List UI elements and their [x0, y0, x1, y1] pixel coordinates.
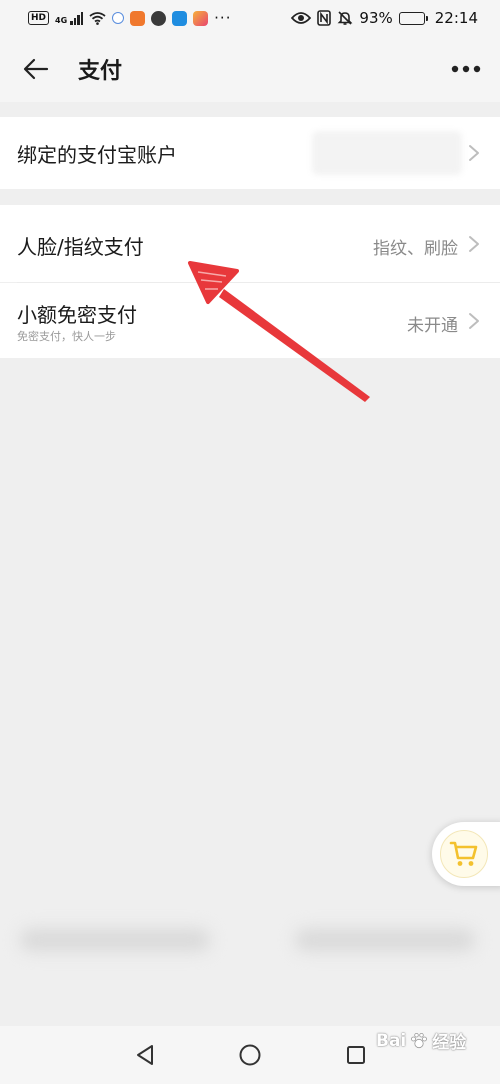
- hd-icon: HD: [28, 11, 50, 25]
- status-bar-right: 93% 22:14: [291, 9, 478, 27]
- watermark-brand: Bai: [376, 1030, 407, 1051]
- app-header: 支付: [0, 36, 500, 102]
- wifi-icon: [89, 12, 106, 25]
- nav-recents-button[interactable]: [343, 1043, 369, 1067]
- network-type-label: 4G: [55, 16, 68, 25]
- orange-app-icon: [130, 10, 146, 26]
- blurred-account-value: [312, 131, 462, 175]
- floating-cart-badge: [440, 830, 488, 878]
- more-notifications-indicator: ···: [214, 9, 232, 27]
- status-bar: HD 4G ··· 93% 22:14: [0, 0, 500, 36]
- bound-alipay-account-row[interactable]: 绑定的支付宝账户: [0, 117, 500, 189]
- more-options-button[interactable]: [448, 56, 484, 82]
- cloud-app-icon: [172, 10, 188, 26]
- gallery-app-icon: [193, 10, 209, 26]
- blurred-content-band: [20, 915, 480, 965]
- status-bar-left: HD 4G ···: [28, 9, 231, 27]
- password-free-payment-label: 小额免密支付: [17, 303, 137, 327]
- password-free-payment-value: 未开通: [407, 316, 458, 336]
- eye-icon: [291, 12, 312, 24]
- row-divider: [17, 282, 500, 283]
- nfc-icon: [317, 10, 332, 26]
- battery-icon: [398, 11, 428, 25]
- nav-back-button[interactable]: [132, 1043, 158, 1067]
- biometric-payment-row[interactable]: 人脸/指纹支付 指纹、刷脸: [0, 205, 500, 282]
- mute-bell-icon: [337, 11, 353, 25]
- triangle-back-icon: [137, 1045, 153, 1065]
- more-dots-icon: [451, 65, 481, 73]
- shopping-cart-icon: [449, 841, 478, 866]
- signal-icon: [70, 11, 84, 25]
- password-free-payment-subtitle: 免密支付，快人一步: [17, 330, 116, 343]
- back-button[interactable]: [18, 52, 54, 86]
- baidu-jingyan-watermark: Bai 经验: [376, 1028, 467, 1054]
- bound-alipay-account-label: 绑定的支付宝账户: [17, 143, 177, 167]
- floating-cart-button[interactable]: [432, 822, 500, 886]
- clock-time: 22:14: [434, 9, 478, 27]
- music-app-icon: [112, 12, 125, 24]
- biometric-payment-value: 指纹、刷脸: [373, 239, 458, 259]
- chevron-right-icon: [469, 145, 479, 161]
- back-arrow-icon: [23, 58, 49, 80]
- paw-logo-icon: [411, 1032, 428, 1048]
- square-recents-icon: [347, 1046, 365, 1064]
- compass-app-icon: [151, 10, 167, 26]
- page-title: 支付: [78, 59, 123, 84]
- chevron-right-icon: [469, 236, 479, 252]
- nav-home-button[interactable]: [237, 1043, 263, 1067]
- password-free-payment-row[interactable]: 小额免密支付 免密支付，快人一步 未开通: [0, 283, 500, 358]
- battery-percent: 93%: [359, 9, 393, 27]
- biometric-payment-label: 人脸/指纹支付: [17, 235, 144, 259]
- circle-home-icon: [239, 1044, 261, 1066]
- chevron-right-icon: [469, 313, 479, 329]
- watermark-suffix: 经验: [432, 1033, 467, 1053]
